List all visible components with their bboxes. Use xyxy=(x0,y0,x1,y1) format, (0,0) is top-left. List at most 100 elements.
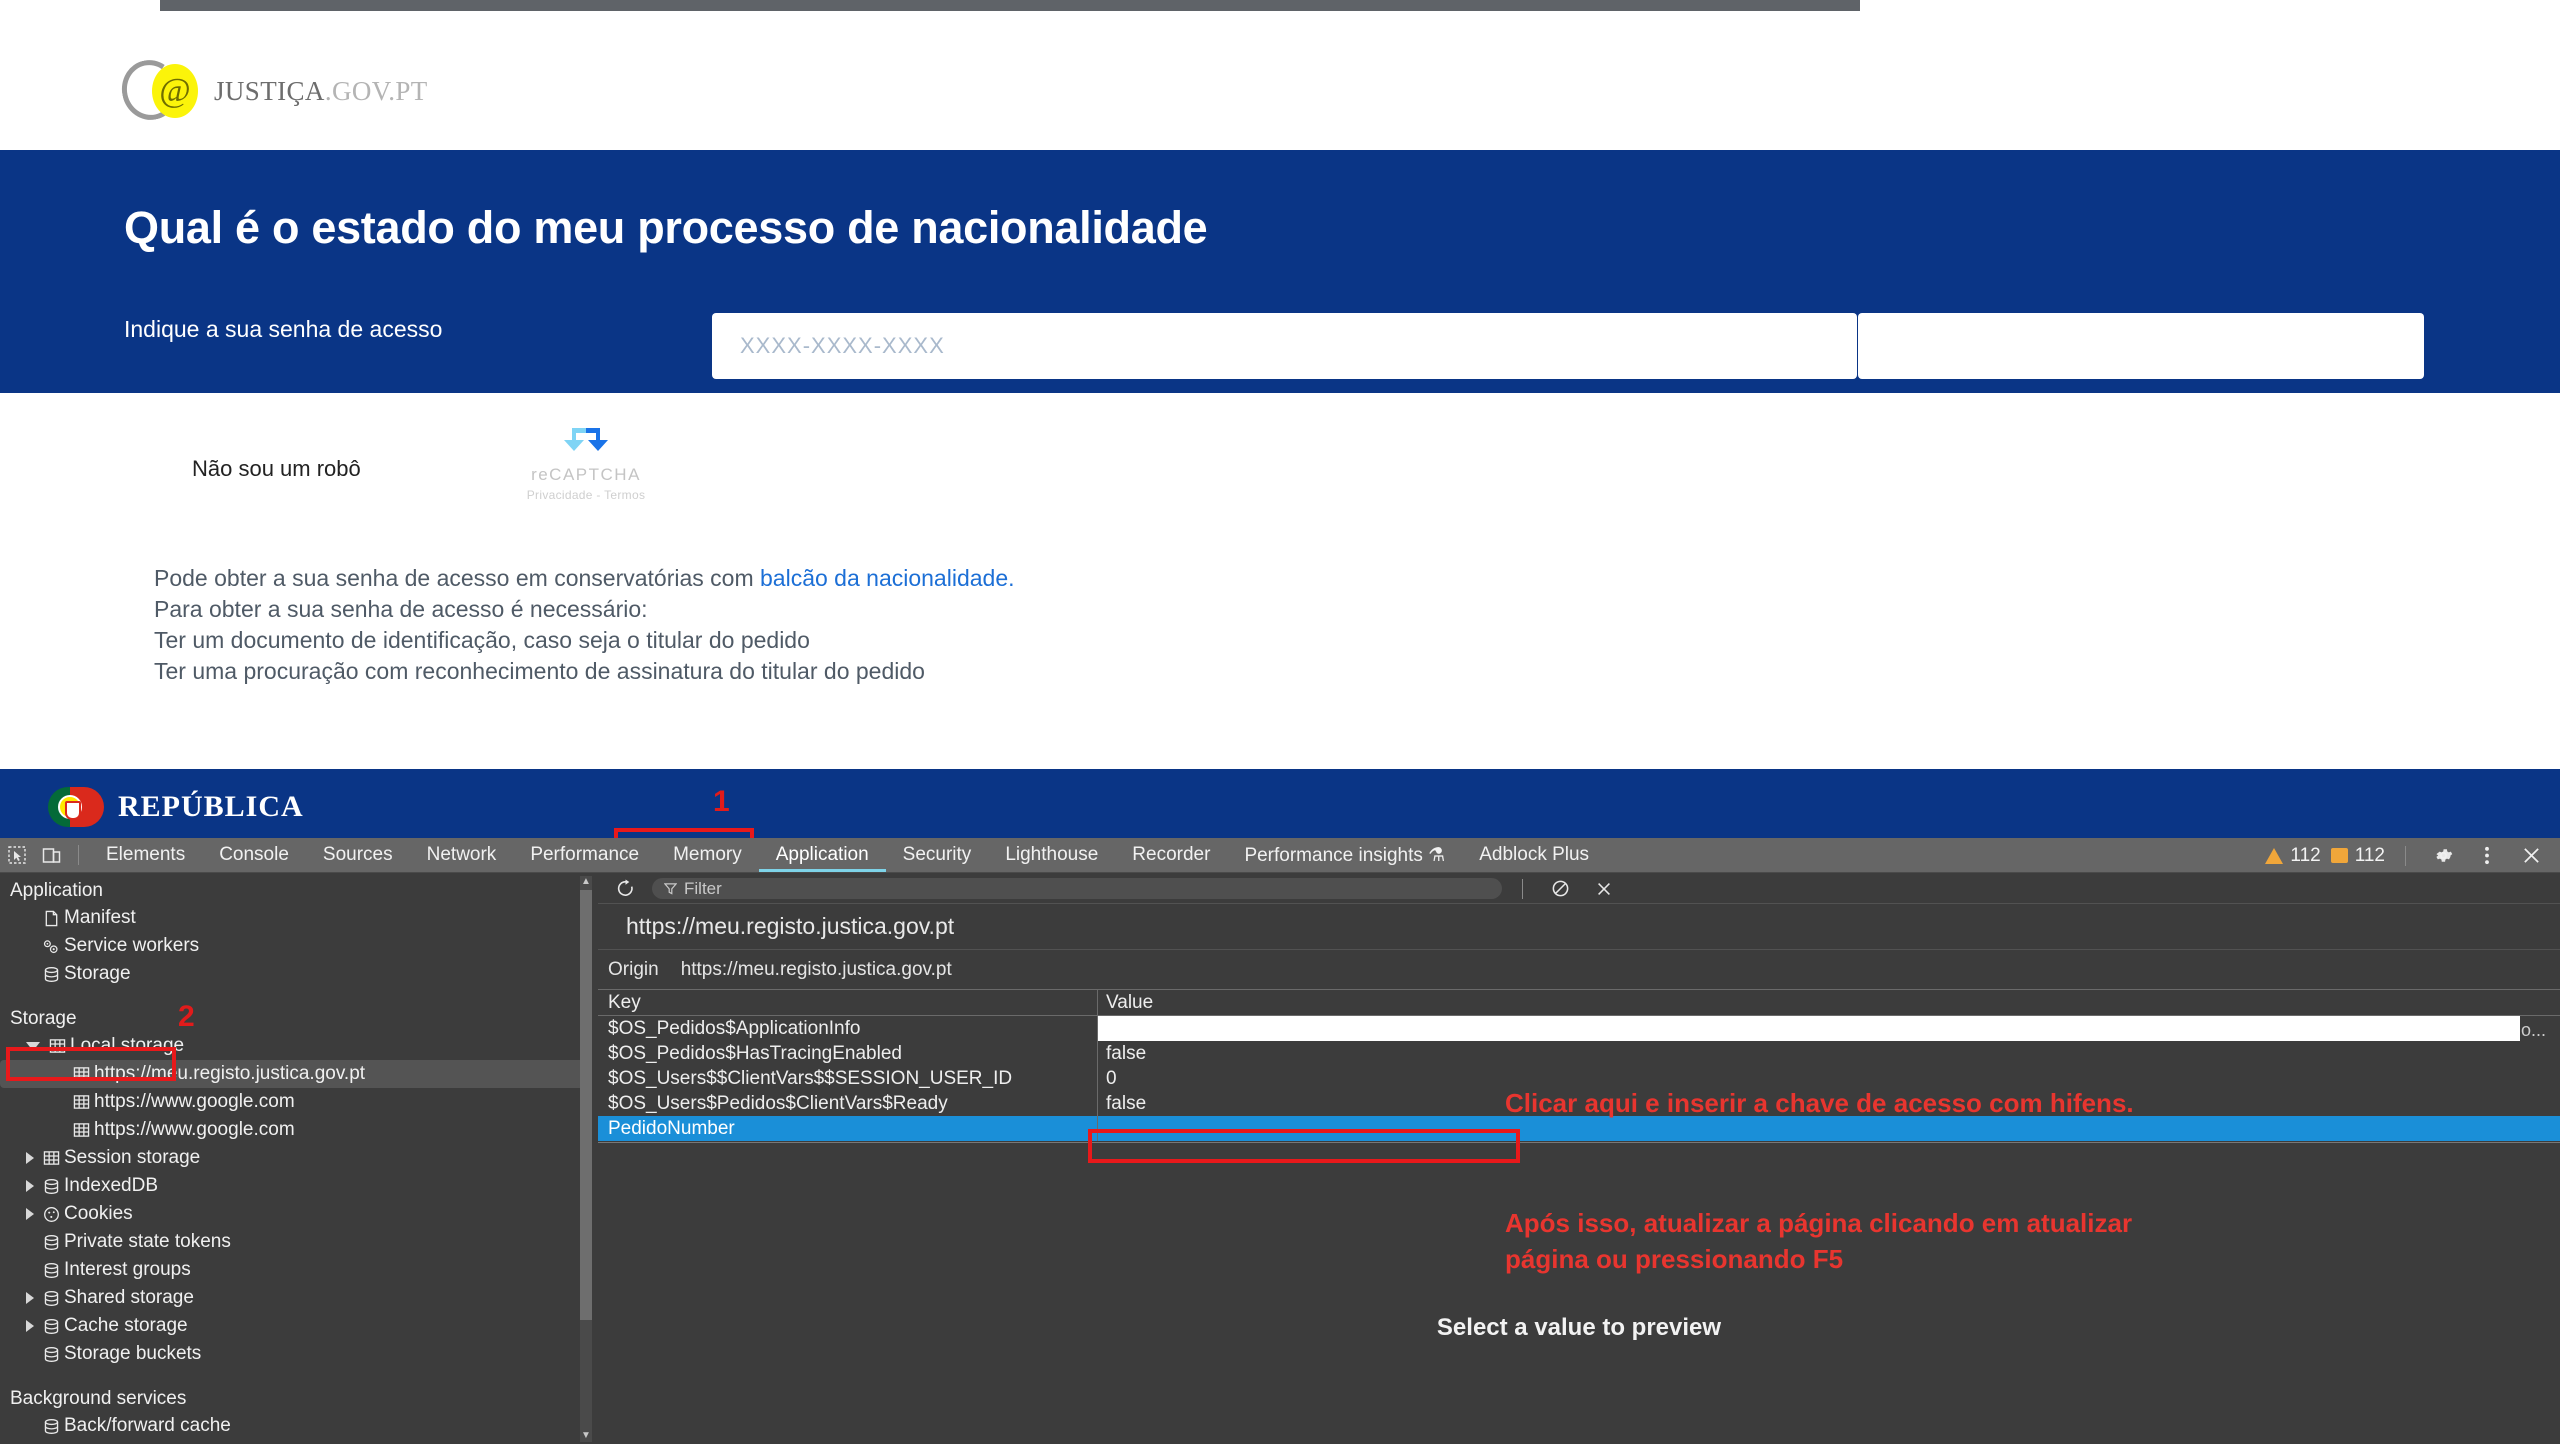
sidebar-item-cache-storage[interactable]: Cache storage xyxy=(0,1312,596,1340)
cookie-icon xyxy=(38,1206,64,1223)
value-overflow-indicator: o... xyxy=(2520,1019,2546,1040)
chevron-right-icon[interactable] xyxy=(26,1208,34,1220)
chevron-right-icon[interactable] xyxy=(26,1152,34,1164)
recaptcha-terms[interactable]: Privacidade - Termos xyxy=(526,488,646,502)
sidebar-item-https-www-google-com[interactable]: https://www.google.com xyxy=(0,1088,596,1116)
cell-value[interactable] xyxy=(1098,1016,2520,1041)
devtools-tab-memory[interactable]: Memory xyxy=(656,838,759,872)
sidebar-item-https-www-google-com[interactable]: https://www.google.com xyxy=(0,1116,596,1144)
chevron-down-icon[interactable] xyxy=(26,1041,40,1051)
devtools-tab-performance[interactable]: Performance xyxy=(513,838,656,872)
sidebar-scroll-thumb[interactable] xyxy=(580,890,592,1320)
info-line-2: Para obter a sua senha de acesso é neces… xyxy=(154,596,648,622)
info-line-1-text: Pode obter a sua senha de acesso em cons… xyxy=(154,565,761,591)
cell-key[interactable]: $OS_Pedidos$ApplicationInfo xyxy=(598,1016,1098,1041)
devtools-tab-lighthouse[interactable]: Lighthouse xyxy=(988,838,1115,872)
submit-button[interactable] xyxy=(1858,313,2424,379)
flag-coat-of-arms xyxy=(58,795,82,820)
devtools-tab-list: Elements Console Sources Network Performance… xyxy=(89,838,1606,872)
warnings-count-value: 112 xyxy=(2290,844,2321,866)
delete-selected-icon[interactable] xyxy=(1587,874,1621,904)
devtools-tab-security[interactable]: Security xyxy=(886,838,989,872)
devtools-tab-sources[interactable]: Sources xyxy=(306,838,410,872)
inspect-element-icon[interactable] xyxy=(0,840,34,870)
database-icon xyxy=(38,1234,64,1251)
balcao-nacionalidade-link[interactable]: balcão da nacionalidade. xyxy=(760,565,1014,591)
annotation-note-1: Clicar aqui e inserir a chave de acesso … xyxy=(1505,1088,2134,1118)
origin-value: https://meu.registo.justica.gov.pt xyxy=(680,958,952,980)
database-icon xyxy=(38,1346,64,1363)
sidebar-item-label: Manifest xyxy=(64,907,136,928)
refresh-icon[interactable] xyxy=(608,874,642,904)
devtools-tab-recorder[interactable]: Recorder xyxy=(1115,838,1227,872)
sidebar-scrollbar[interactable]: ▲ ▼ xyxy=(580,876,592,1442)
scroll-down-icon[interactable]: ▼ xyxy=(580,1430,592,1442)
sidebar-item-label: Service workers xyxy=(64,935,200,956)
devtools-tab-elements[interactable]: Elements xyxy=(89,838,202,872)
table-body: $OS_Pedidos$ApplicationInfo o... $OS_Pedid… xyxy=(598,1016,2560,1141)
device-toolbar-icon[interactable] xyxy=(34,840,68,870)
settings-gear-icon[interactable] xyxy=(2426,841,2460,871)
devtools-tab-adblock-plus[interactable]: Adblock Plus xyxy=(1462,838,1606,872)
filter-funnel-icon xyxy=(664,883,677,895)
access-password-input[interactable] xyxy=(712,313,1857,379)
devtools-tab-console[interactable]: Console xyxy=(202,838,306,872)
sidebar-item-background-fetch[interactable]: Background fetch xyxy=(0,1440,596,1444)
content-area: Não sou um robô reCAPTCHA Privacidade - … xyxy=(0,393,2560,769)
sidebar-item-manifest[interactable]: Manifest xyxy=(0,904,596,932)
sidebar-section-storage: Storage xyxy=(10,1008,77,1029)
chevron-right-icon[interactable] xyxy=(26,1320,34,1332)
sidebar-item-shared-storage[interactable]: Shared storage xyxy=(0,1284,596,1312)
table-row[interactable]: $OS_Pedidos$HasTracingEnabled false xyxy=(598,1041,2560,1066)
cell-key[interactable]: $OS_Users$Pedidos$ClientVars$Ready xyxy=(598,1091,1098,1116)
storage-origin-title: https://meu.registo.justica.gov.pt xyxy=(598,904,2560,950)
issue-square-icon xyxy=(2330,848,2348,863)
devtools-tab-network[interactable]: Network xyxy=(410,838,514,872)
logo-text-main: JUSTIÇA xyxy=(214,75,325,106)
cell-key[interactable]: $OS_Users$$ClientVars$$SESSION_USER_ID xyxy=(598,1066,1098,1091)
column-header-value[interactable]: Value xyxy=(1098,990,2560,1015)
scroll-up-icon[interactable]: ▲ xyxy=(580,876,592,888)
cell-value[interactable]: false xyxy=(1098,1041,2560,1066)
sidebar-item-interest-groups[interactable]: Interest groups xyxy=(0,1256,596,1284)
devtools-tab-performance-insights[interactable]: Performance insights ⚗ xyxy=(1227,838,1462,872)
sidebar-item-cookies[interactable]: Cookies xyxy=(0,1200,596,1228)
sidebar-item-service-workers[interactable]: Service workers xyxy=(0,932,596,960)
clear-all-icon[interactable] xyxy=(1543,874,1577,904)
recaptcha-brand: reCAPTCHA xyxy=(531,465,641,484)
panel-splitter[interactable] xyxy=(598,1142,2560,1143)
page-title: Qual é o estado do meu processo de nacio… xyxy=(124,202,1208,253)
browser-chrome-strip xyxy=(0,0,2560,12)
portugal-flag-icon xyxy=(48,787,104,827)
sidebar-item-https-meu-registo-justica-gov-pt[interactable]: https://meu.registo.justica.gov.pt xyxy=(0,1060,584,1088)
sidebar-item-label: Cache storage xyxy=(64,1315,188,1336)
sidebar-item-storage-buckets[interactable]: Storage buckets xyxy=(0,1340,596,1368)
chevron-right-icon[interactable] xyxy=(26,1292,34,1304)
chevron-right-icon[interactable] xyxy=(26,1180,34,1192)
filter-input[interactable]: Filter xyxy=(652,878,1502,899)
recaptcha-widget[interactable]: Não sou um robô reCAPTCHA Privacidade - … xyxy=(148,418,645,508)
sidebar-item-indexeddb[interactable]: IndexedDB xyxy=(0,1172,596,1200)
table-icon xyxy=(44,1038,70,1054)
sidebar-tree: Application Manifest Service workers Storag… xyxy=(0,874,596,1444)
issues-counter[interactable]: 112 xyxy=(2330,845,2385,867)
devtools-toolbar-right: 112 112 xyxy=(2265,838,2548,873)
more-options-kebab-icon[interactable] xyxy=(2470,841,2504,871)
column-header-key[interactable]: Key xyxy=(598,990,1098,1015)
devtools-tab-application[interactable]: Application xyxy=(759,838,886,872)
cell-key[interactable]: $OS_Pedidos$HasTracingEnabled xyxy=(598,1041,1098,1066)
site-header: @ JUSTIÇA.GOV.PT xyxy=(0,12,2560,150)
sidebar-item-back-forward-cache[interactable]: Back/forward cache xyxy=(0,1412,596,1440)
origin-label: Origin xyxy=(608,958,659,980)
sidebar-item-private-state-tokens[interactable]: Private state tokens xyxy=(0,1228,596,1256)
table-row[interactable]: $OS_Pedidos$ApplicationInfo o... xyxy=(598,1016,2560,1041)
justica-logo[interactable]: @ JUSTIÇA.GOV.PT xyxy=(116,54,428,126)
warnings-counter[interactable]: 112 xyxy=(2265,844,2321,867)
sidebar-item-local-storage[interactable]: Local storage xyxy=(0,1032,596,1060)
sidebar-item-storage[interactable]: Storage xyxy=(0,960,596,988)
cell-key[interactable]: PedidoNumber xyxy=(598,1116,1098,1141)
sidebar-item-session-storage[interactable]: Session storage xyxy=(0,1144,596,1172)
close-devtools-icon[interactable] xyxy=(2514,841,2548,871)
sidebar-item-label: Session storage xyxy=(64,1147,201,1168)
